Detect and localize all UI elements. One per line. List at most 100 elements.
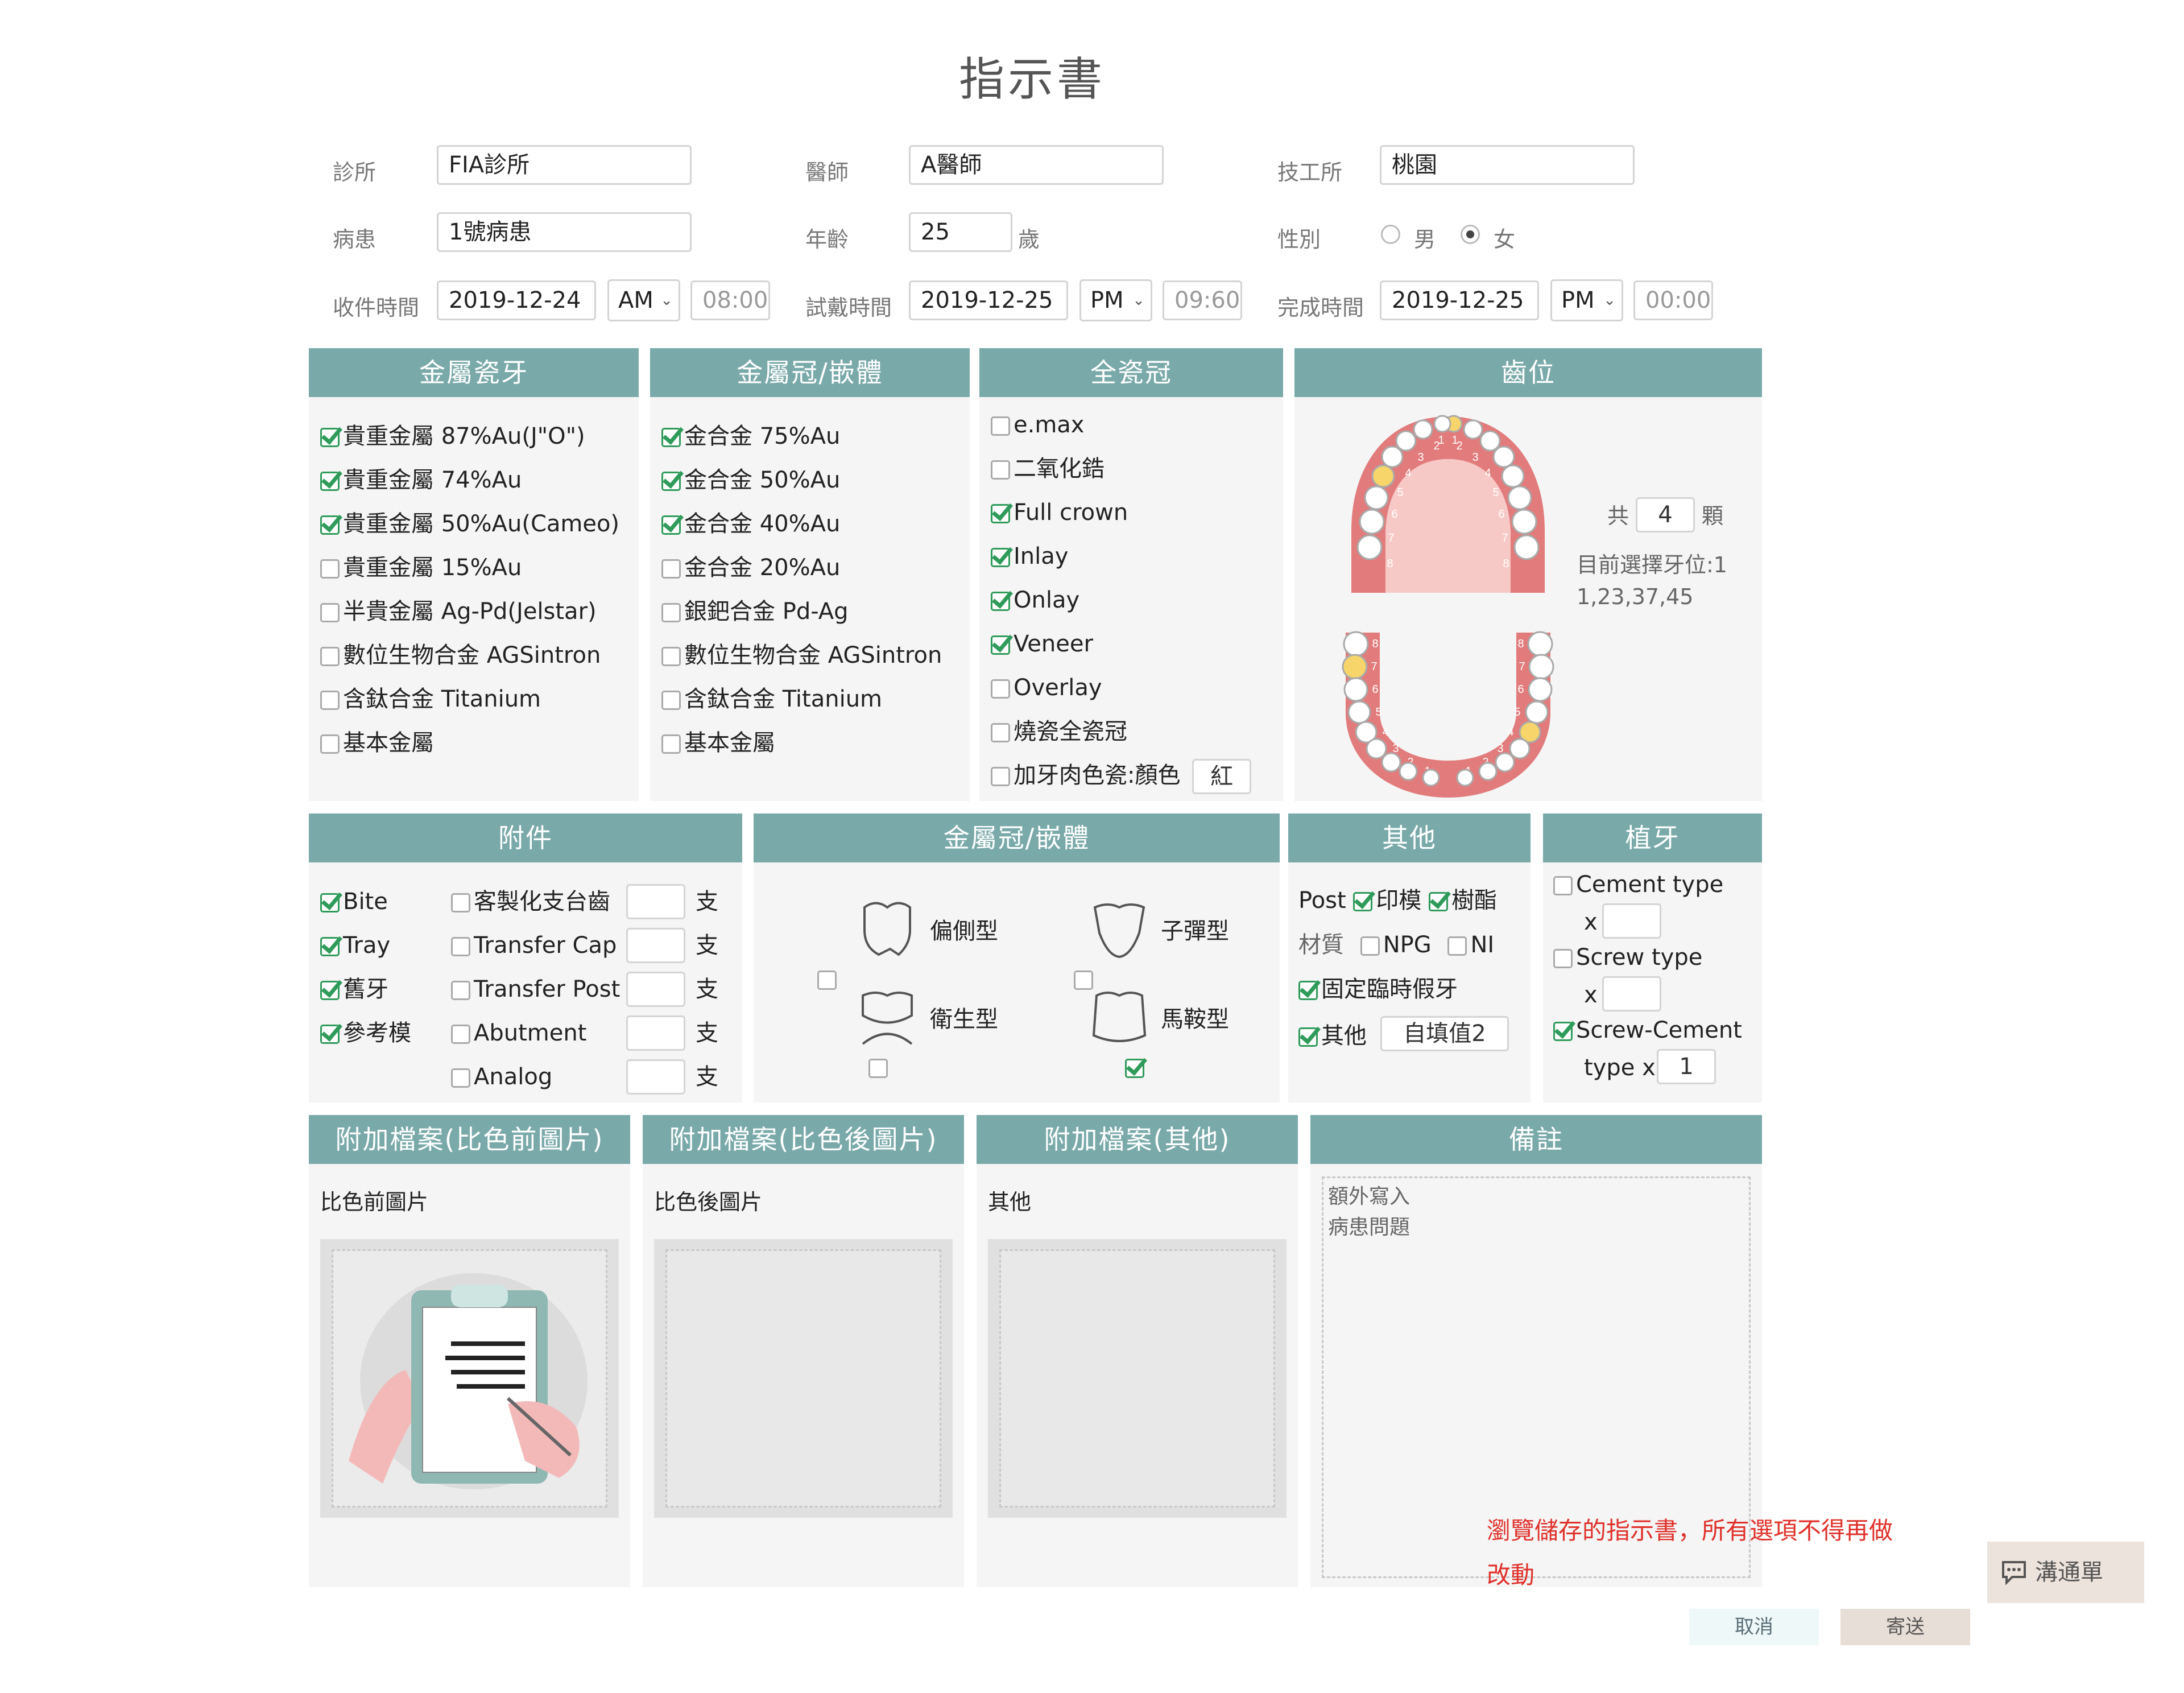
- pfm-checkbox[interactable]: [320, 428, 340, 447]
- tryin-date-field[interactable]: 2019-12-25: [909, 280, 1068, 320]
- tooth[interactable]: [1359, 509, 1385, 535]
- gender-female-radio[interactable]: [1461, 225, 1480, 244]
- attachment-qty-field[interactable]: [626, 928, 685, 963]
- tryin-time-field[interactable]: 09:60: [1163, 280, 1242, 320]
- attachment-qty-field[interactable]: [626, 884, 685, 919]
- age-field[interactable]: 25: [909, 212, 1012, 252]
- all-ceramic-checkbox[interactable]: [991, 679, 1010, 699]
- doctor-field[interactable]: A醫師: [909, 145, 1164, 185]
- pontic-ridge-lap-checkbox[interactable]: [817, 971, 837, 990]
- tooth[interactable]: [1528, 677, 1553, 702]
- tooth[interactable]: [1381, 445, 1404, 468]
- cement-qty-field[interactable]: [1602, 903, 1661, 939]
- pfm-checkbox[interactable]: [320, 647, 340, 666]
- attachment-part-checkbox[interactable]: [451, 937, 470, 956]
- tooth[interactable]: [1342, 654, 1368, 680]
- dental-chart[interactable]: 1234567812345678 8765432187654321: [1317, 405, 1579, 798]
- send-button[interactable]: 寄送: [1840, 1609, 1970, 1645]
- all-ceramic-checkbox[interactable]: [991, 504, 1010, 523]
- receive-ampm-select[interactable]: AM ⌄: [607, 279, 680, 321]
- tooth[interactable]: [1479, 430, 1501, 452]
- attachment-part-checkbox[interactable]: [451, 1068, 470, 1088]
- pontic-saddle-checkbox[interactable]: [1125, 1059, 1145, 1078]
- impression-checkbox[interactable]: [1353, 892, 1373, 911]
- tooth[interactable]: [1395, 430, 1417, 452]
- attachment-qty-field[interactable]: [626, 1059, 685, 1095]
- tooth[interactable]: [1525, 700, 1549, 724]
- all-ceramic-checkbox[interactable]: [991, 548, 1010, 567]
- clinic-field[interactable]: FIA診所: [437, 145, 692, 185]
- receive-time-field[interactable]: 08:00: [690, 280, 770, 320]
- tooth[interactable]: [1366, 738, 1387, 759]
- gum-color-field[interactable]: 紅: [1192, 759, 1251, 794]
- tryin-ampm-select[interactable]: PM ⌄: [1079, 279, 1152, 321]
- gender-male-radio[interactable]: [1381, 225, 1400, 244]
- temp-crown-checkbox[interactable]: [1298, 981, 1318, 1000]
- other-value-field[interactable]: 自填值2: [1380, 1016, 1509, 1051]
- tooth[interactable]: [1527, 631, 1553, 657]
- tooth[interactable]: [1356, 534, 1383, 560]
- attachment-part-checkbox[interactable]: [451, 1025, 470, 1044]
- all-ceramic-checkbox[interactable]: [991, 635, 1010, 655]
- tooth[interactable]: [1364, 485, 1389, 510]
- attachment-part-checkbox[interactable]: [451, 981, 470, 1000]
- tooth[interactable]: [1511, 509, 1537, 535]
- screw-cement-qty-field[interactable]: 1: [1657, 1049, 1716, 1084]
- tooth[interactable]: [1507, 485, 1532, 510]
- pontic-hygienic-checkbox[interactable]: [868, 1059, 888, 1078]
- all-ceramic-checkbox[interactable]: [991, 416, 1010, 436]
- tooth[interactable]: [1509, 738, 1531, 759]
- screw-qty-field[interactable]: [1602, 976, 1661, 1011]
- other-checkbox[interactable]: [1298, 1027, 1318, 1047]
- cancel-button[interactable]: 取消: [1689, 1609, 1819, 1645]
- pfm-checkbox[interactable]: [320, 691, 340, 710]
- pfm-checkbox[interactable]: [320, 603, 340, 622]
- metal-crown-checkbox[interactable]: [661, 647, 681, 666]
- attachment-qty-field[interactable]: [626, 1015, 685, 1051]
- metal-crown-checkbox[interactable]: [661, 603, 681, 622]
- tooth[interactable]: [1492, 445, 1515, 468]
- ni-checkbox[interactable]: [1447, 936, 1467, 956]
- finish-ampm-select[interactable]: PM ⌄: [1550, 279, 1623, 321]
- screw-cement-checkbox[interactable]: [1553, 1022, 1573, 1041]
- pfm-checkbox[interactable]: [320, 472, 340, 491]
- tooth[interactable]: [1371, 464, 1395, 488]
- tooth[interactable]: [1528, 654, 1554, 680]
- all-ceramic-checkbox[interactable]: [991, 460, 1010, 480]
- file-other-dropzone[interactable]: [988, 1239, 1287, 1518]
- pfm-checkbox[interactable]: [320, 734, 340, 754]
- attachment-checkbox[interactable]: [320, 981, 340, 1000]
- all-ceramic-checkbox[interactable]: [991, 767, 1010, 786]
- metal-crown-checkbox[interactable]: [661, 734, 681, 754]
- tooth[interactable]: [1495, 752, 1515, 773]
- attachment-checkbox[interactable]: [320, 1025, 340, 1044]
- metal-crown-checkbox[interactable]: [661, 559, 681, 579]
- metal-crown-checkbox[interactable]: [661, 515, 681, 535]
- patient-field[interactable]: 1號病患: [437, 212, 692, 252]
- tooth[interactable]: [1501, 464, 1525, 488]
- tooth[interactable]: [1343, 631, 1369, 657]
- attachment-checkbox[interactable]: [320, 937, 340, 956]
- attachment-qty-field[interactable]: [626, 972, 685, 1007]
- metal-crown-checkbox[interactable]: [661, 691, 681, 710]
- metal-crown-checkbox[interactable]: [661, 428, 681, 447]
- tooth[interactable]: [1343, 677, 1368, 702]
- tooth[interactable]: [1513, 534, 1540, 560]
- npg-checkbox[interactable]: [1360, 936, 1380, 956]
- finish-date-field[interactable]: 2019-12-25: [1380, 280, 1539, 320]
- tooth[interactable]: [1463, 419, 1483, 440]
- metal-crown-checkbox[interactable]: [661, 472, 681, 491]
- pfm-checkbox[interactable]: [320, 559, 340, 579]
- pfm-checkbox[interactable]: [320, 515, 340, 535]
- tooth[interactable]: [1347, 700, 1371, 724]
- file-after-dropzone[interactable]: [654, 1239, 953, 1518]
- screw-checkbox[interactable]: [1553, 949, 1573, 968]
- receive-date-field[interactable]: 2019-12-24: [437, 280, 596, 320]
- file-before-dropzone[interactable]: [320, 1239, 619, 1518]
- tooth[interactable]: [1413, 419, 1433, 440]
- resin-checkbox[interactable]: [1429, 892, 1449, 911]
- cement-checkbox[interactable]: [1553, 876, 1573, 895]
- all-ceramic-checkbox[interactable]: [991, 723, 1010, 742]
- attachment-part-checkbox[interactable]: [451, 893, 470, 912]
- tooth[interactable]: [1399, 762, 1418, 781]
